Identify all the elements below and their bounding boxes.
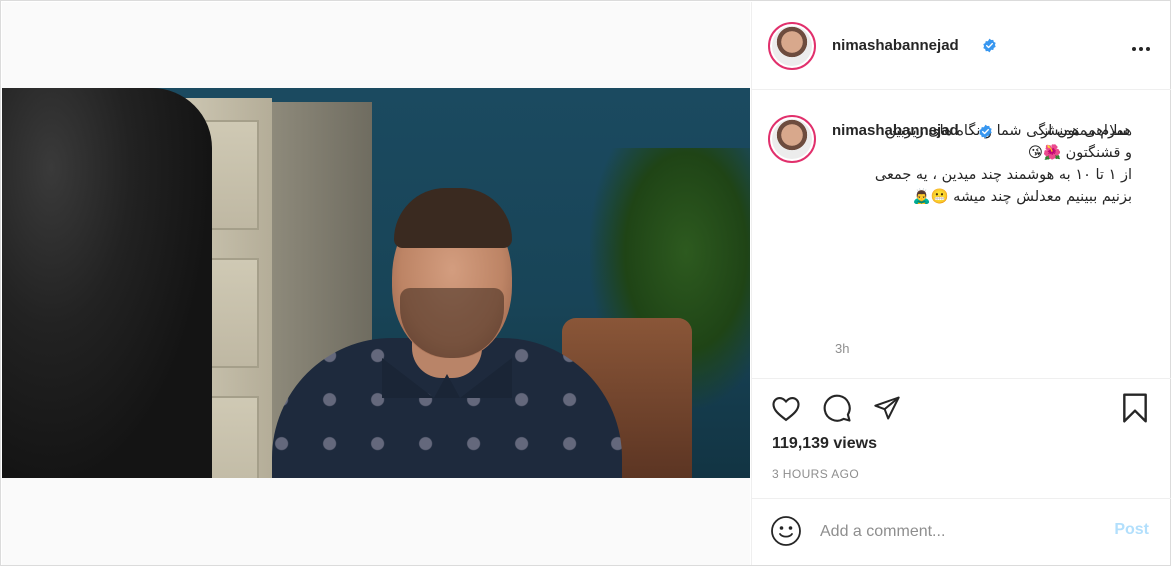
verified-badge-icon [983,38,996,53]
header-username[interactable]: nimashabannejad [832,37,959,54]
video-scene-foreground-person [2,88,212,478]
caption-time[interactable]: 3h [835,341,849,356]
emoji-button[interactable] [770,515,804,549]
more-options-button[interactable] [1131,36,1151,56]
comment-icon [823,394,851,422]
share-button[interactable] [870,391,904,425]
post-header: nimashabannejad [752,2,1171,90]
caption-line: سلام ممنون از [1041,123,1130,139]
add-comment-bar: Post [752,498,1171,565]
video-player[interactable] [2,88,750,478]
post-actions: 119,139 views 3 HOURS AGO [752,378,1171,498]
comment-input[interactable] [820,519,1100,545]
comments-section: nimashabannejad سلام ممنون از همراهی همی… [752,91,1171,377]
caption-line: و قشنگتون 🌺😘 [1027,145,1132,161]
post-comment-button[interactable]: Post [1114,521,1149,539]
caption-avatar[interactable] [768,115,816,163]
more-options-icon [1132,47,1150,51]
post-dialog: nimashabannejad nimashabannejad سلام ممن… [0,0,1171,566]
smiley-icon [771,516,801,546]
post-timestamp[interactable]: 3 HOURS AGO [772,467,859,481]
caption-username[interactable]: nimashabannejad [832,120,959,142]
like-button[interactable] [769,391,803,425]
media-area [2,2,750,565]
caption-line: بزنیم ببینیم معدلش چند میشه 😬🙇‍♂️ [912,189,1132,205]
post-caption: nimashabannejad سلام ممنون از همراهی همی… [832,120,1132,208]
heart-icon [772,396,800,422]
comment-button[interactable] [820,391,854,425]
send-icon [874,396,900,420]
view-count[interactable]: 119,139 views [772,435,877,453]
bookmark-icon [1123,393,1147,423]
verified-badge-icon [979,124,992,139]
avatar[interactable] [768,22,816,70]
caption-line: از ۱ تا ۱۰ به هوشمند چند میدین ، یه جمعی [874,167,1132,183]
save-button[interactable] [1118,391,1152,425]
post-details-panel: nimashabannejad nimashabannejad سلام ممن… [751,2,1171,565]
